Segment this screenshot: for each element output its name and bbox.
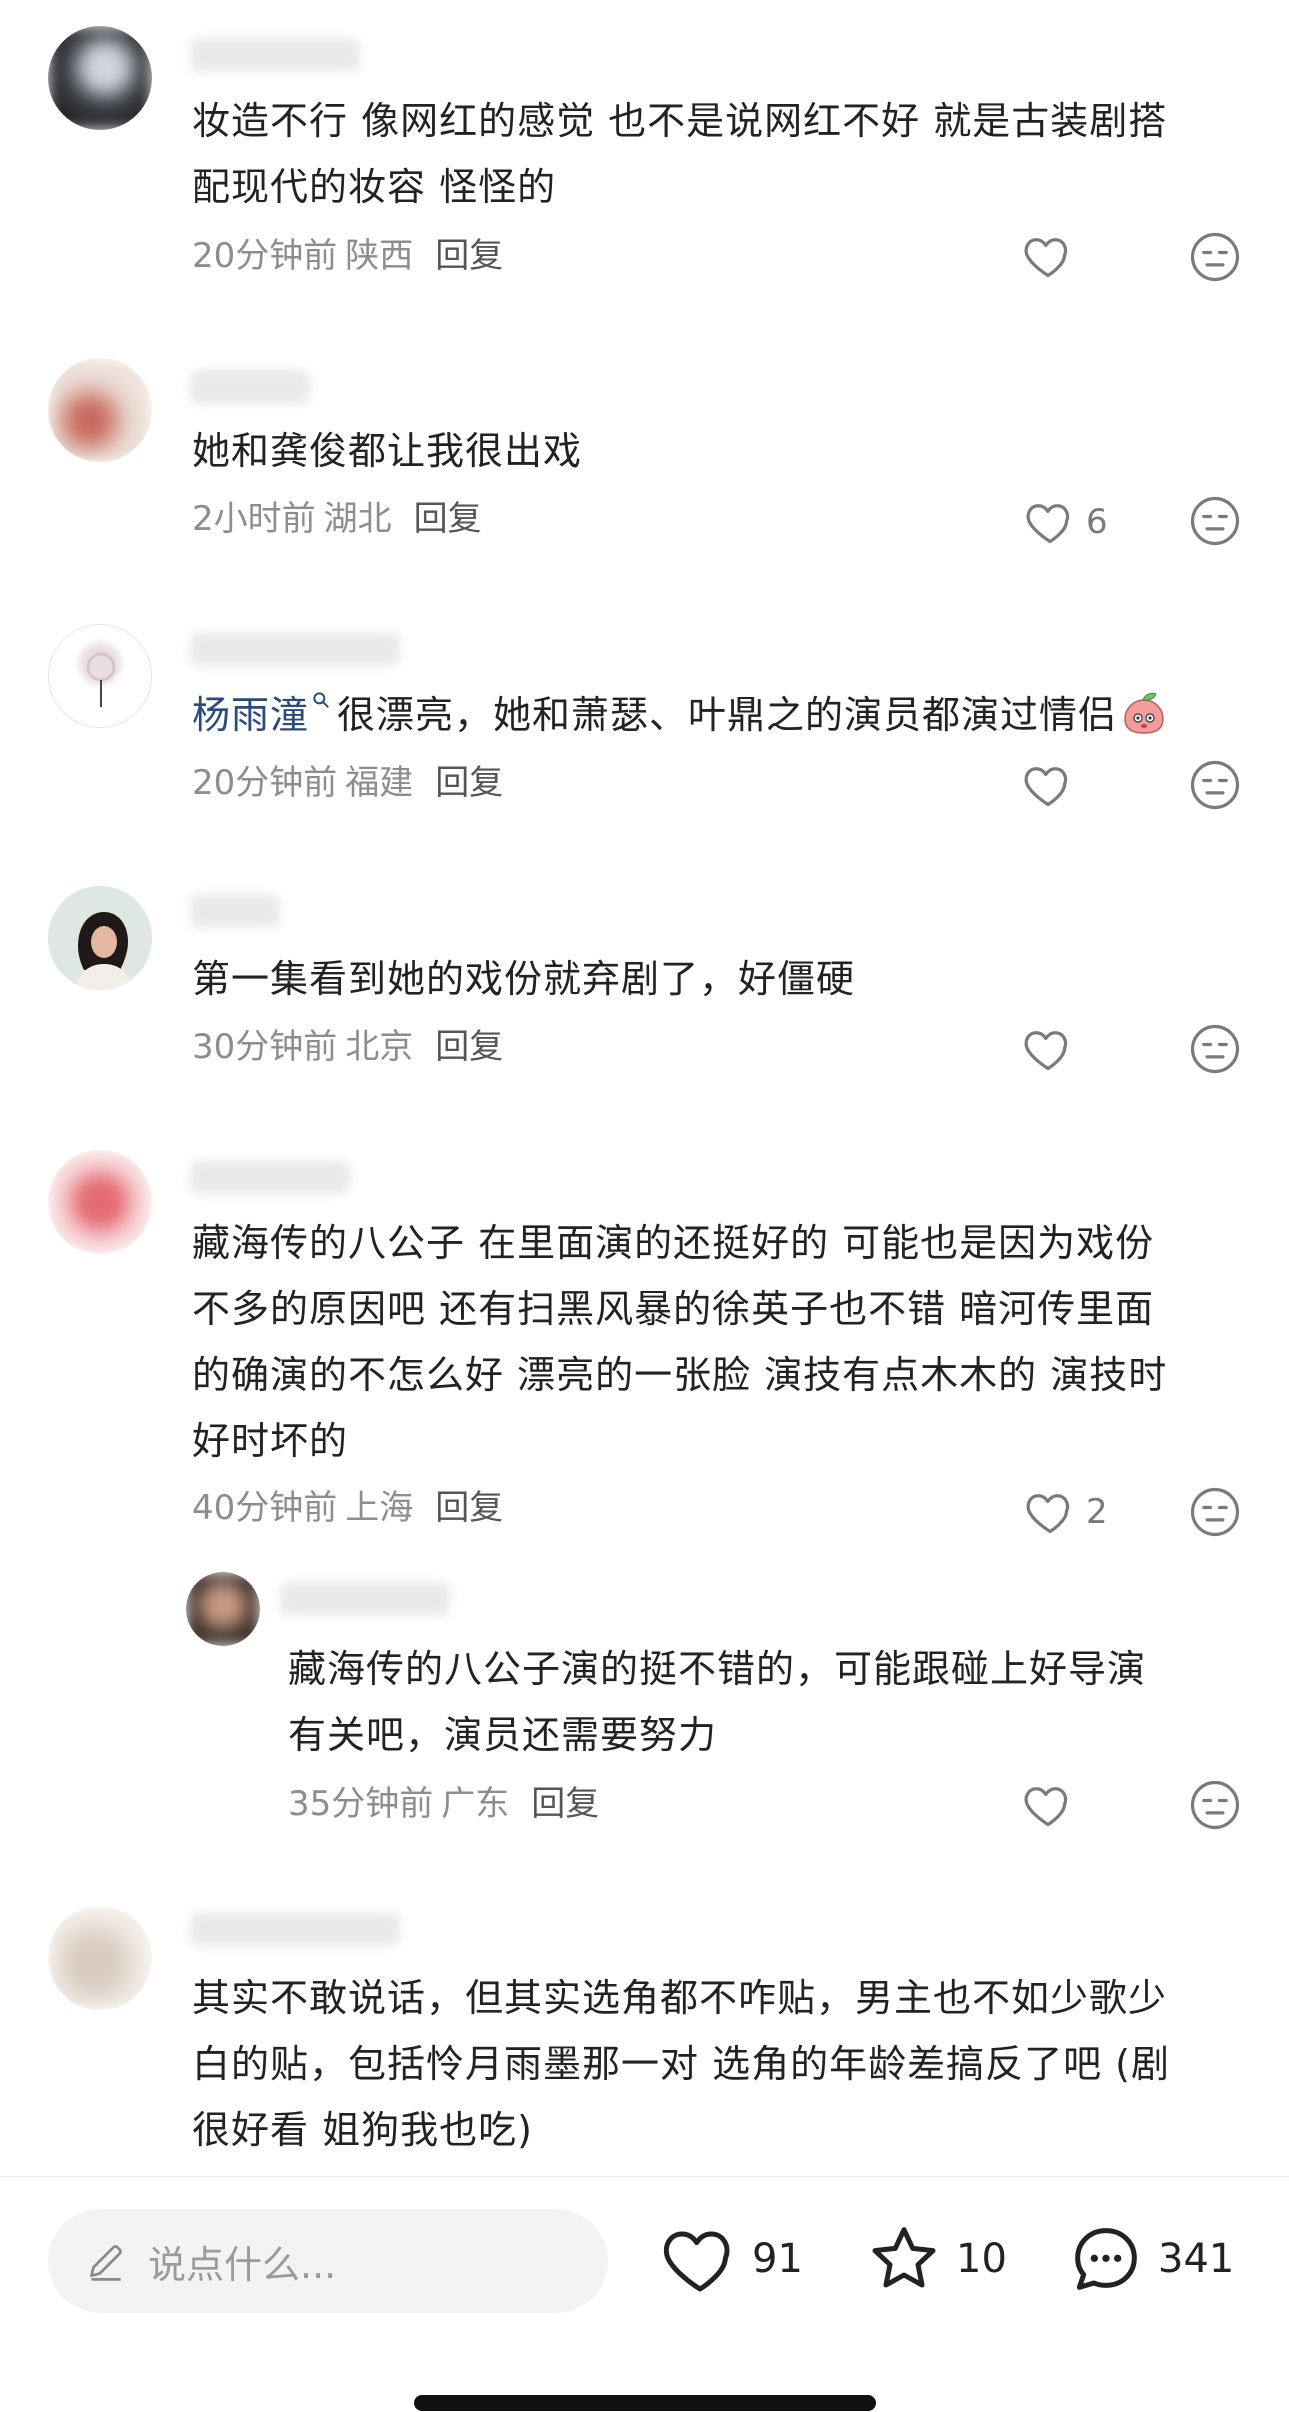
comment-bubble-icon — [1075, 2228, 1137, 2290]
comment-text: 杨雨潼 很漂亮，她和萧瑟、叶鼎之的演员都演过情侣 — [192, 682, 1272, 748]
comment-location: 福建 — [345, 763, 414, 803]
comment-meta: 35分钟前 广东 回复 — [288, 1784, 599, 1824]
avatar[interactable] — [48, 624, 152, 728]
comment-meta: 30分钟前 北京 回复 — [192, 1027, 503, 1067]
search-icon — [313, 692, 329, 708]
comment-text: 妆造不行 像网红的感觉 也不是说网红不好 就是古装剧搭 配现代的妆容 怪怪的 — [192, 99, 1168, 209]
like-button[interactable] — [1022, 1021, 1084, 1077]
like-total: 91 — [752, 2236, 803, 2282]
dislike-face-icon[interactable] — [1188, 758, 1242, 812]
like-button[interactable] — [1022, 757, 1084, 813]
comment-time: 20分钟前 — [192, 236, 338, 276]
avatar-lollipop-icon — [86, 652, 116, 707]
comment-text: 第一集看到她的戏份就弃剧了，好僵硬 — [192, 957, 856, 1001]
like-button[interactable] — [1022, 228, 1084, 284]
star-icon — [872, 2227, 936, 2288]
like-count: 2 — [1086, 1492, 1108, 1532]
comment-text: 她和龚俊都让我很出戏 — [192, 429, 583, 473]
avatar[interactable] — [48, 1150, 152, 1254]
reply-button[interactable]: 回复 — [435, 1027, 503, 1067]
like-action-button[interactable]: 91 — [660, 2219, 803, 2299]
heart-icon — [1024, 767, 1068, 807]
avatar-portrait-icon — [48, 886, 152, 990]
like-button[interactable]: 6 — [1024, 494, 1108, 550]
comment-text: 藏海传的八公子演的挺不错的，可能跟碰上好导演 有关吧，演员还需要努力 — [288, 1647, 1147, 1757]
reply-button[interactable]: 回复 — [435, 763, 503, 803]
bottom-action-bar: 说点什么... 91 10 341 — [0, 2176, 1289, 2412]
mention-link[interactable]: 杨雨潼 — [192, 692, 337, 737]
dislike-face-icon[interactable] — [1188, 1485, 1242, 1539]
peach-emoji-icon — [1124, 692, 1164, 734]
username[interactable] — [190, 632, 400, 666]
comment-input[interactable]: 说点什么... — [48, 2209, 608, 2313]
pencil-icon — [89, 2245, 122, 2281]
comment-location: 北京 — [345, 1027, 414, 1067]
comment-location: 湖北 — [323, 499, 392, 539]
comment-meta: 2小时前 湖北 回复 — [192, 499, 482, 539]
comment-text: 藏海传的八公子 在里面演的还挺好的 可能也是因为戏份 不多的原因吧 还有扫黑风暴… — [192, 1221, 1168, 1463]
avatar[interactable] — [48, 886, 152, 990]
reply-button[interactable]: 回复 — [435, 236, 503, 276]
reply-button[interactable]: 回复 — [531, 1784, 599, 1824]
dislike-face-icon[interactable] — [1188, 1022, 1242, 1076]
username[interactable] — [190, 1160, 350, 1194]
like-count: 6 — [1086, 502, 1108, 542]
avatar[interactable] — [48, 1906, 152, 2010]
comment-meta: 20分钟前 陕西 回复 — [192, 236, 503, 276]
heart-icon — [663, 2231, 730, 2292]
comment-time: 2小时前 — [192, 499, 316, 539]
username[interactable] — [280, 1582, 450, 1616]
heart-icon — [1024, 1787, 1068, 1827]
like-button[interactable]: 2 — [1024, 1484, 1108, 1540]
comment-input-placeholder: 说点什么... — [148, 2242, 337, 2287]
reply-button[interactable]: 回复 — [414, 499, 482, 539]
username[interactable] — [190, 370, 310, 404]
dislike-face-icon[interactable] — [1188, 1778, 1242, 1832]
home-indicator[interactable] — [414, 2395, 876, 2411]
comment-time: 30分钟前 — [192, 1027, 338, 1067]
avatar[interactable] — [186, 1572, 260, 1646]
comment-action-button[interactable]: 341 — [1066, 2219, 1234, 2299]
heart-icon — [1026, 504, 1070, 544]
comment-location: 广东 — [441, 1784, 510, 1824]
heart-icon — [1026, 1494, 1070, 1534]
like-button[interactable] — [1022, 1777, 1084, 1833]
username[interactable] — [190, 1912, 400, 1946]
avatar[interactable] — [48, 26, 152, 130]
dislike-face-icon[interactable] — [1188, 494, 1242, 548]
comment-time: 40分钟前 — [192, 1488, 338, 1528]
avatar[interactable] — [48, 358, 152, 462]
comment-meta: 20分钟前 福建 回复 — [192, 763, 503, 803]
heart-icon — [1024, 238, 1068, 278]
star-action-button[interactable]: 10 — [864, 2219, 1007, 2299]
comment-location: 陕西 — [345, 236, 414, 276]
comment-time: 20分钟前 — [192, 763, 338, 803]
reply-button[interactable]: 回复 — [435, 1488, 503, 1528]
comment-meta: 40分钟前 上海 回复 — [192, 1488, 503, 1528]
comment-total: 341 — [1158, 2236, 1235, 2282]
dislike-face-icon[interactable] — [1188, 230, 1242, 284]
comment-location: 上海 — [345, 1488, 414, 1528]
comment-time: 35分钟前 — [288, 1784, 434, 1824]
username[interactable] — [190, 894, 280, 928]
username[interactable] — [190, 38, 360, 72]
heart-icon — [1024, 1031, 1068, 1071]
star-total: 10 — [956, 2236, 1007, 2282]
comment-text: 其实不敢说话，但其实选角都不咋贴，男主也不如少歌少 白的贴，包括怜月雨墨那一对 … — [192, 1976, 1170, 2152]
